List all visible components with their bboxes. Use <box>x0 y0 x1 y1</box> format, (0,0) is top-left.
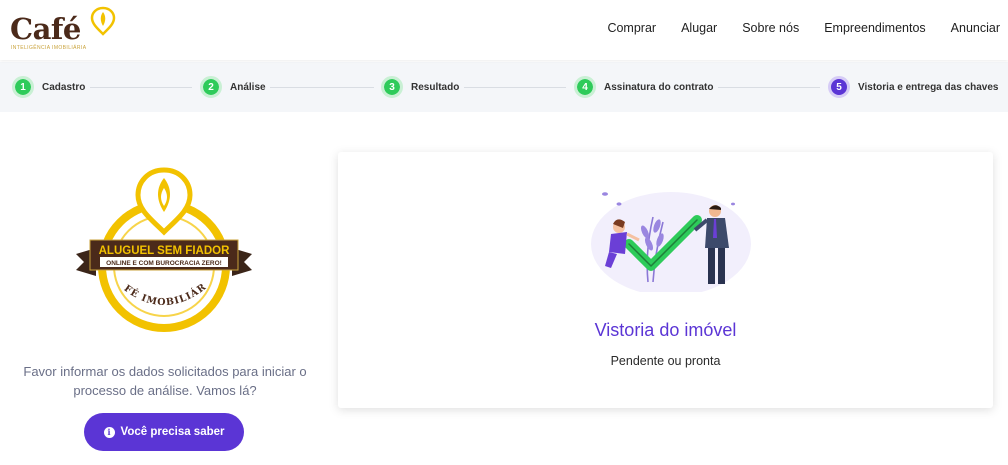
step-number: 3 <box>381 76 403 98</box>
vistoria-status-card: Vistoria do imóvel Pendente ou pronta <box>338 152 993 408</box>
cafe-logo[interactable]: Café INTELIGÊNCIA IMOBILIÁRIA <box>10 6 120 54</box>
step-number: 1 <box>12 76 34 98</box>
step-label: Vistoria e entrega das chaves <box>858 81 999 93</box>
step-label: Cadastro <box>42 81 86 93</box>
intro-text: Favor informar os dados solicitados para… <box>23 364 307 398</box>
logo-wordmark: Café <box>10 12 81 46</box>
voce-precisa-saber-button[interactable]: i Você precisa saber <box>84 413 244 451</box>
nav-comprar[interactable]: Comprar <box>595 21 669 35</box>
card-title: Vistoria do imóvel <box>594 320 737 340</box>
step-vistoria[interactable]: 5 Vistoria e entrega das chaves <box>828 76 998 98</box>
badge-ribbon-subtitle: ONLINE E COM BUROCRACIA ZERO! <box>106 260 222 267</box>
logo-drop-icon <box>90 6 116 36</box>
step-connector <box>270 87 374 88</box>
step-connector <box>90 87 192 88</box>
logo-tagline: INTELIGÊNCIA IMOBILIÁRIA <box>11 45 87 51</box>
nav-empreendimentos[interactable]: Empreendimentos <box>812 21 938 35</box>
step-label: Análise <box>230 81 266 93</box>
step-resultado[interactable]: 3 Resultado <box>381 76 459 98</box>
step-analise[interactable]: 2 Análise <box>200 76 266 98</box>
top-header: Café INTELIGÊNCIA IMOBILIÁRIA Comprar Al… <box>0 0 1008 60</box>
step-number: 4 <box>574 76 596 98</box>
main-nav: Comprar Alugar Sobre nós Empreendimentos… <box>595 21 1000 35</box>
step-label: Resultado <box>411 81 460 93</box>
progress-stepper: 1 Cadastro 2 Análise 3 Resultado 4 Assin… <box>0 62 1008 112</box>
cta-label: Você precisa saber <box>120 426 225 438</box>
nav-anunciar[interactable]: Anunciar <box>938 21 1000 35</box>
badge-ribbon-title: ALUGUEL SEM FIADOR <box>99 245 230 257</box>
nav-sobre-nos[interactable]: Sobre nós <box>730 21 812 35</box>
step-number: 2 <box>200 76 222 98</box>
step-assinatura[interactable]: 4 Assinatura do contrato <box>574 76 713 98</box>
inspection-checkmark-illustration <box>591 192 751 292</box>
step-connector <box>718 87 820 88</box>
step-cadastro[interactable]: 1 Cadastro <box>12 76 85 98</box>
step-number: 5 <box>828 76 850 98</box>
nav-alugar[interactable]: Alugar <box>669 21 730 35</box>
step-connector <box>464 87 566 88</box>
info-icon: i <box>103 426 115 438</box>
step-label: Assinatura do contrato <box>604 81 714 93</box>
card-subtitle: Pendente ou pronta <box>610 354 721 368</box>
aluguel-sem-fiador-badge: ALUGUEL SEM FIADOR ONLINE E COM BUROCRAC… <box>74 162 252 332</box>
